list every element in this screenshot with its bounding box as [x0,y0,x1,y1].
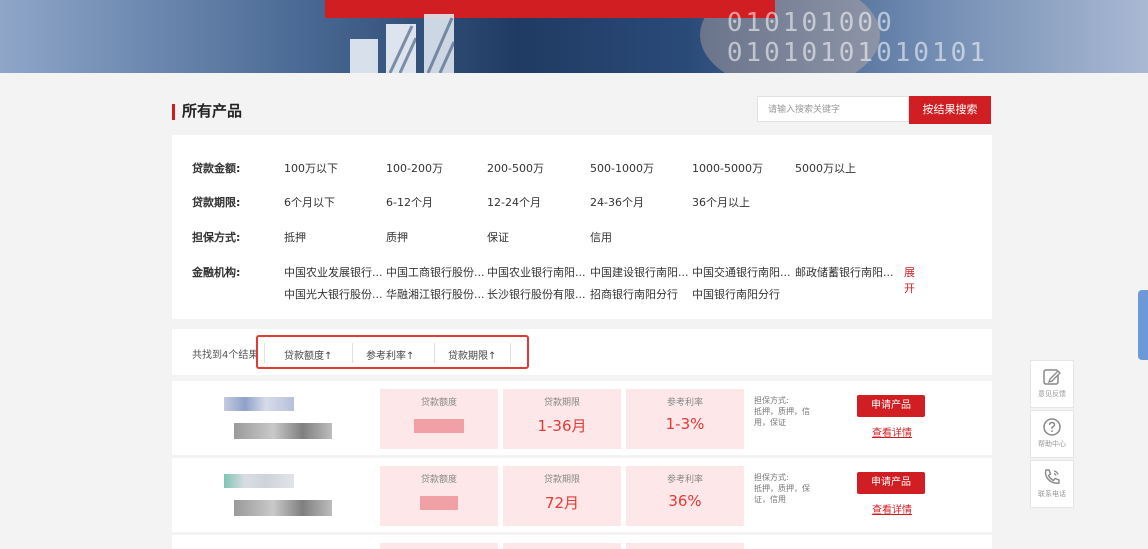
help-tool[interactable]: 帮助中心 [1030,410,1074,458]
term-label: 贷款期限 [543,475,580,485]
filter-option[interactable]: 信用 [590,229,612,245]
filter-label: 贷款金额: [192,162,241,175]
expand-link[interactable]: 展开 [904,264,915,296]
filter-option[interactable]: 500-1000万 [590,160,654,176]
banner-bar-graphic [350,14,456,73]
term-box: 贷款期限 72月 [503,466,621,526]
guarantee-label: 担保方式: [754,473,789,482]
filter-option[interactable]: 5000万以上 [795,160,856,176]
guarantee-label: 担保方式: [754,396,789,405]
view-detail-link[interactable]: 查看详情 [872,424,912,439]
filter-option[interactable]: 抵押 [284,229,306,245]
filter-option[interactable]: 100-200万 [386,160,443,176]
filter-option[interactable]: 100万以下 [284,160,338,176]
term-box [503,543,621,549]
filter-option[interactable]: 24-36个月 [590,194,644,210]
phone-icon [1044,469,1060,484]
term-label: 贷款期限 [543,398,580,408]
filter-label: 贷款期限: [192,196,241,209]
apply-button[interactable]: 申请产品 [857,472,925,494]
term-box: 贷款期限 1-36月 [503,389,621,449]
bank-logo [224,474,294,488]
divider [510,343,511,363]
rate-value: 36% [668,492,702,510]
search-button[interactable]: 按结果搜索 [909,96,991,124]
filter-option[interactable]: 华融湘江银行股份... [386,286,485,302]
sort-by-amount[interactable]: 贷款额度↑ [284,347,332,362]
filter-label: 担保方式: [192,231,241,244]
product-card: 贷款额度 贷款期限 1-36月 参考利率 1-3% 担保方式: 抵押，质押，信用… [172,381,992,455]
rate-label: 参考利率 [666,475,703,485]
product-name-blurred [234,423,332,439]
help-icon [1043,418,1061,436]
feedback-label: 意见反馈 [1038,390,1066,398]
sort-by-term[interactable]: 贷款期限↑ [448,347,496,362]
side-floating-tab[interactable] [1138,290,1148,360]
page-title: 所有产品 [182,102,243,120]
rate-value: 1-3% [665,415,705,433]
amount-value-blurred [420,496,458,510]
rate-box: 参考利率 36% [626,466,744,526]
filter-option[interactable]: 长沙银行股份有限... [487,286,586,302]
filter-option[interactable]: 中国银行南阳分行 [692,286,780,302]
rate-label: 参考利率 [666,398,703,408]
filter-option[interactable]: 中国光大银行股份... [284,286,383,302]
banner-binary-digits: 010101000 01010101010101 [726,8,988,68]
hero-banner: 010101000 01010101010101 [0,0,1148,73]
sort-by-rate[interactable]: 参考利率↑ [366,347,414,362]
filter-option[interactable]: 招商银行南阳分行 [590,286,678,302]
contact-label: 联系电话 [1038,490,1066,498]
filter-option[interactable]: 邮政储蓄银行南阳... [795,264,894,280]
filter-option[interactable]: 200-500万 [487,160,544,176]
filter-label: 金融机构: [192,266,241,279]
edit-icon [1043,369,1061,385]
product-card: 贷款额度 贷款期限 72月 参考利率 36% 担保方式: 抵押，质押，保证，信用… [172,458,992,532]
filter-option[interactable]: 6个月以下 [284,194,335,210]
search-input[interactable]: 请输入搜索关键字 [757,96,909,122]
filter-option[interactable]: 中国交通银行南阳... [692,264,791,280]
rate-box [626,543,744,549]
result-count: 共找到4个结果 [192,350,259,361]
product-card-partial [172,535,992,549]
guarantee-value: 抵押，质押，保证，信用 [754,484,810,504]
filter-option[interactable]: 中国农业银行南阳... [487,264,586,280]
filter-option[interactable]: 12-24个月 [487,194,541,210]
contact-tool[interactable]: 联系电话 [1030,460,1074,508]
apply-button[interactable]: 申请产品 [857,395,925,417]
section-header: 所有产品 请输入搜索关键字 按结果搜索 [172,96,992,130]
filter-panel: 贷款金额: 100万以下 100-200万 200-500万 500-1000万… [172,135,992,319]
amount-value-blurred [414,419,464,433]
filter-option[interactable]: 保证 [487,229,509,245]
filter-option[interactable]: 中国工商银行股份... [386,264,485,280]
rate-box: 参考利率 1-3% [626,389,744,449]
amount-label: 贷款额度 [420,398,457,408]
product-name-blurred [234,500,332,516]
filter-option[interactable]: 中国建设银行南阳... [590,264,689,280]
help-label: 帮助中心 [1038,440,1066,448]
sort-options: 贷款额度↑ 参考利率↑ 贷款期限↑ [256,335,529,369]
filter-option[interactable]: 36个月以上 [692,194,750,210]
filter-option[interactable]: 6-12个月 [386,194,433,210]
amount-box: 贷款额度 [380,466,498,526]
divider [434,343,435,363]
amount-box: 贷款额度 [380,389,498,449]
divider [352,343,353,363]
divider [264,343,265,363]
filter-option[interactable]: 1000-5000万 [692,160,763,176]
term-value: 72月 [544,494,580,512]
filter-option[interactable]: 中国农业发展银行... [284,264,383,280]
view-detail-link[interactable]: 查看详情 [872,501,912,516]
term-value: 1-36月 [537,417,587,435]
bank-logo [224,397,294,411]
feedback-tool[interactable]: 意见反馈 [1030,360,1074,408]
amount-label: 贷款额度 [420,475,457,485]
amount-box [380,543,498,549]
title-marker [172,104,175,120]
filter-option[interactable]: 质押 [386,229,408,245]
guarantee-value: 抵押，质押，信用，保证 [754,407,810,427]
sort-bar: 共找到4个结果 贷款额度↑ 参考利率↑ 贷款期限↑ [172,329,992,375]
